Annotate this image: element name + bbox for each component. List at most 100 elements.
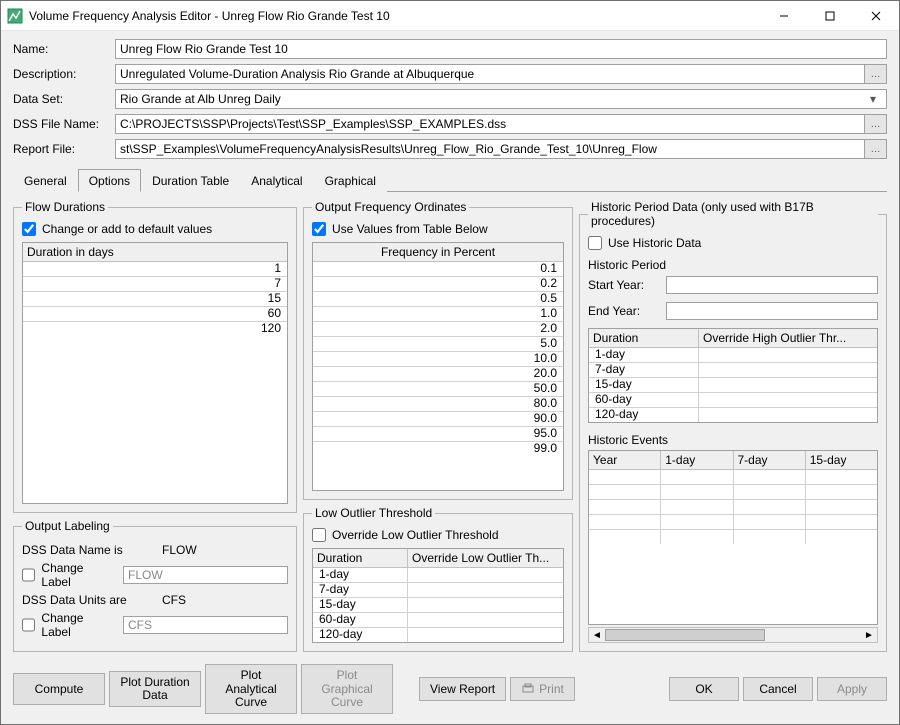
change-name-checkbox-input[interactable] bbox=[22, 568, 35, 582]
row-name: Name: bbox=[13, 39, 887, 59]
compute-button[interactable]: Compute bbox=[13, 673, 105, 705]
historic-events-label: Historic Events bbox=[588, 433, 878, 447]
historic-use-checkbox[interactable]: Use Historic Data bbox=[588, 236, 878, 250]
table-row[interactable]: 2.0 bbox=[313, 322, 563, 337]
table-row[interactable]: 5.0 bbox=[313, 337, 563, 352]
historic-use-checkbox-input[interactable] bbox=[588, 236, 602, 250]
apply-button[interactable]: Apply bbox=[817, 677, 887, 701]
view-report-button[interactable]: View Report bbox=[419, 677, 506, 701]
table-row[interactable]: 95.0 bbox=[313, 427, 563, 442]
output-frequency-checkbox[interactable]: Use Values from Table Below bbox=[312, 222, 564, 236]
cancel-button[interactable]: Cancel bbox=[743, 677, 813, 701]
tab-duration-table[interactable]: Duration Table bbox=[141, 169, 240, 192]
description-input[interactable] bbox=[115, 64, 865, 84]
table-row[interactable] bbox=[589, 500, 877, 515]
table-row[interactable]: 1 bbox=[23, 262, 287, 277]
low-outlier-grid-body[interactable]: 1-day7-day15-day60-day120-day bbox=[313, 568, 563, 642]
table-row[interactable] bbox=[589, 485, 877, 500]
table-row[interactable]: 7-day bbox=[589, 363, 877, 378]
change-name-checkbox[interactable]: Change Label bbox=[22, 561, 113, 589]
table-row[interactable]: 15 bbox=[23, 292, 287, 307]
table-row[interactable]: 120 bbox=[23, 322, 287, 336]
low-outlier-checkbox[interactable]: Override Low Outlier Threshold bbox=[312, 528, 564, 542]
start-year-input[interactable] bbox=[666, 276, 878, 294]
table-row[interactable]: 60-day bbox=[313, 613, 563, 628]
change-name-input[interactable] bbox=[123, 566, 288, 584]
table-row[interactable]: 7-day bbox=[313, 583, 563, 598]
start-year-row: Start Year: bbox=[588, 276, 878, 294]
table-row[interactable]: 90.0 bbox=[313, 412, 563, 427]
table-row[interactable] bbox=[589, 515, 877, 530]
flow-durations-checkbox[interactable]: Change or add to default values bbox=[22, 222, 288, 236]
table-row[interactable] bbox=[589, 470, 877, 485]
change-units-row: Change Label bbox=[22, 611, 288, 639]
flow-durations-panel: Flow Durations Change or add to default … bbox=[13, 200, 297, 513]
table-row[interactable]: 15-day bbox=[589, 378, 877, 393]
table-row[interactable]: 20.0 bbox=[313, 367, 563, 382]
reportfile-input[interactable] bbox=[115, 139, 865, 159]
low-outlier-legend: Low Outlier Threshold bbox=[312, 506, 435, 520]
historic-events-grid-body[interactable] bbox=[589, 470, 877, 544]
print-button[interactable]: Print bbox=[510, 677, 575, 701]
historic-col2: Override High Outlier Thr... bbox=[699, 329, 877, 347]
output-frequency-checkbox-input[interactable] bbox=[312, 222, 326, 236]
table-row[interactable]: 50.0 bbox=[313, 382, 563, 397]
end-year-input[interactable] bbox=[666, 302, 878, 320]
flow-durations-checkbox-input[interactable] bbox=[22, 222, 36, 236]
reportfile-browse-button[interactable]: … bbox=[865, 139, 887, 159]
frequency-grid-body[interactable]: 0.10.20.51.02.05.010.020.050.080.090.095… bbox=[313, 262, 563, 456]
tab-analytical[interactable]: Analytical bbox=[240, 169, 313, 192]
table-row[interactable]: 1-day bbox=[313, 568, 563, 583]
change-units-checkbox-label: Change Label bbox=[41, 611, 113, 639]
plot-graphical-button[interactable]: Plot Graphical Curve bbox=[301, 664, 393, 714]
table-row[interactable]: 99.0 bbox=[313, 442, 563, 456]
historic-col1: Duration bbox=[589, 329, 699, 347]
name-input[interactable] bbox=[115, 39, 887, 59]
change-units-input[interactable] bbox=[123, 616, 288, 634]
change-units-checkbox-input[interactable] bbox=[22, 618, 35, 632]
dataset-combo[interactable]: Rio Grande at Alb Unreg Daily ▾ bbox=[115, 89, 887, 109]
row-reportfile: Report File: … bbox=[13, 139, 887, 159]
table-row[interactable]: 60-day bbox=[589, 393, 877, 408]
minimize-button[interactable] bbox=[761, 1, 807, 30]
table-row[interactable]: 80.0 bbox=[313, 397, 563, 412]
dssfile-browse-button[interactable]: … bbox=[865, 114, 887, 134]
table-row[interactable]: 120-day bbox=[313, 628, 563, 642]
table-row[interactable]: 10.0 bbox=[313, 352, 563, 367]
low-outlier-checkbox-input[interactable] bbox=[312, 528, 326, 542]
table-row[interactable]: 60 bbox=[23, 307, 287, 322]
plot-analytical-button[interactable]: Plot Analytical Curve bbox=[205, 664, 297, 714]
duration-grid-body[interactable]: 171560120 bbox=[23, 262, 287, 336]
close-button[interactable] bbox=[853, 1, 899, 30]
col-mid: Output Frequency Ordinates Use Values fr… bbox=[303, 200, 573, 652]
table-row[interactable] bbox=[589, 530, 877, 544]
table-row[interactable]: 7 bbox=[23, 277, 287, 292]
start-year-label: Start Year: bbox=[588, 278, 658, 292]
dssfile-label: DSS File Name: bbox=[13, 117, 115, 131]
tab-options[interactable]: Options bbox=[78, 169, 141, 192]
table-row[interactable]: 0.1 bbox=[313, 262, 563, 277]
tab-general[interactable]: General bbox=[13, 169, 78, 192]
table-row[interactable]: 0.2 bbox=[313, 277, 563, 292]
table-row[interactable]: 0.5 bbox=[313, 292, 563, 307]
output-frequency-checkbox-label: Use Values from Table Below bbox=[332, 222, 488, 236]
tab-graphical[interactable]: Graphical bbox=[314, 169, 387, 192]
historic-events-grid-head: Year1-day7-day15-day bbox=[589, 451, 877, 470]
table-row[interactable]: 120-day bbox=[589, 408, 877, 422]
historic-duration-grid-body[interactable]: 1-day7-day15-day60-day120-day bbox=[589, 348, 877, 422]
plot-duration-button[interactable]: Plot Duration Data bbox=[109, 671, 201, 707]
scroll-left-icon[interactable]: ◄ bbox=[589, 630, 605, 641]
historic-events-scrollbar[interactable]: ◄ ► bbox=[588, 627, 878, 643]
scroll-right-icon[interactable]: ► bbox=[861, 630, 877, 641]
end-year-label: End Year: bbox=[588, 304, 658, 318]
change-units-checkbox[interactable]: Change Label bbox=[22, 611, 113, 639]
table-row[interactable]: 15-day bbox=[313, 598, 563, 613]
table-row[interactable]: 1-day bbox=[589, 348, 877, 363]
scroll-thumb[interactable] bbox=[605, 629, 765, 641]
historic-duration-grid: Duration Override High Outlier Thr... 1-… bbox=[588, 328, 878, 423]
dssfile-input[interactable] bbox=[115, 114, 865, 134]
description-browse-button[interactable]: … bbox=[865, 64, 887, 84]
maximize-button[interactable] bbox=[807, 1, 853, 30]
ok-button[interactable]: OK bbox=[669, 677, 739, 701]
table-row[interactable]: 1.0 bbox=[313, 307, 563, 322]
